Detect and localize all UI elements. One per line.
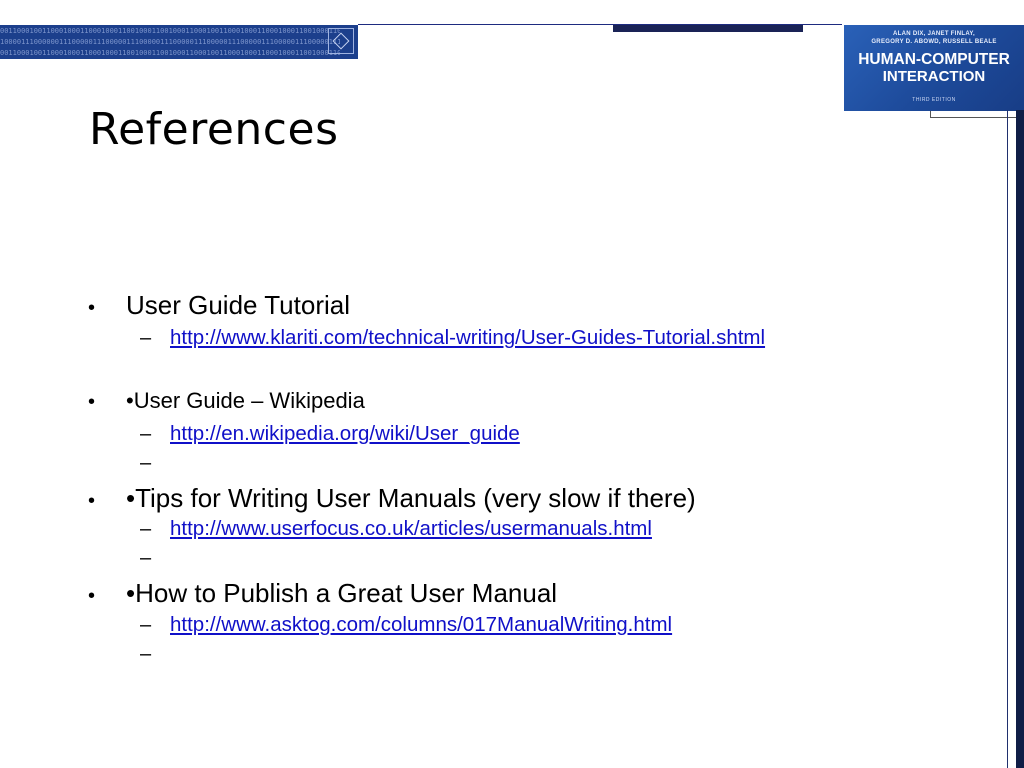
list-item: • •Tips for Writing User Manuals (very s… — [88, 483, 696, 514]
cover-frame — [930, 111, 1022, 118]
list-item: • •How to Publish a Great User Manual — [88, 578, 557, 609]
dash-marker: – — [140, 327, 152, 349]
dash-marker: – — [140, 423, 152, 445]
sub-list-item: – http://www.userfocus.co.uk/articles/us… — [140, 517, 652, 541]
binary-text-row: 0011000100110001000110001000110010001100… — [0, 28, 340, 35]
binary-banner: 0011000100110001000110001000110010001100… — [0, 25, 358, 59]
cover-authors-line2: GREGORY D. ABOWD, RUSSELL BEALE — [871, 39, 997, 45]
bullet-icon: • — [88, 585, 96, 607]
sub-list-item: – http://www.klariti.com/technical-writi… — [140, 326, 765, 350]
bullet-icon: • — [88, 297, 96, 319]
sub-list-item: – http://www.asktog.com/columns/017Manua… — [140, 613, 672, 637]
top-accent-bar — [613, 25, 803, 32]
bullet-icon: • — [88, 490, 96, 512]
cover-authors-line1: ALAN DIX, JANET FINLAY, — [892, 31, 976, 37]
binary-text-row: 0011000100110001000110001000110010001100… — [0, 50, 340, 57]
list-item: • User Guide Tutorial — [88, 290, 350, 321]
list-item: • •User Guide – Wikipedia — [88, 388, 365, 414]
dash-marker: – — [140, 518, 152, 540]
reference-link[interactable]: http://www.asktog.com/columns/017ManualW… — [170, 613, 672, 637]
chip-icon — [328, 28, 354, 54]
reference-link[interactable]: http://www.userfocus.co.uk/articles/user… — [170, 517, 652, 541]
binary-text-row: 1000011100000011100000111000001110000011… — [0, 39, 340, 46]
right-rule — [1007, 110, 1008, 768]
reference-label: •Tips for Writing User Manuals (very slo… — [126, 483, 696, 513]
cover-title-line1: HUMAN-COMPUTER — [858, 51, 1010, 68]
slide-title: References — [89, 104, 339, 155]
reference-link[interactable]: http://www.klariti.com/technical-writing… — [170, 326, 765, 350]
empty-sub-item: – — [140, 547, 152, 569]
reference-link[interactable]: http://en.wikipedia.org/wiki/User_guide — [170, 422, 520, 446]
book-cover: ALAN DIX, JANET FINLAY, GREGORY D. ABOWD… — [844, 25, 1024, 111]
bullet-icon: • — [88, 391, 96, 413]
reference-label: •User Guide – Wikipedia — [126, 388, 365, 413]
empty-sub-item: – — [140, 452, 152, 474]
empty-sub-item: – — [140, 643, 152, 665]
reference-label: User Guide Tutorial — [126, 290, 350, 320]
cover-title-line2: INTERACTION — [882, 68, 986, 85]
dash-marker: – — [140, 614, 152, 636]
right-side-bar — [1016, 110, 1024, 768]
reference-label: •How to Publish a Great User Manual — [126, 578, 558, 608]
sub-list-item: – http://en.wikipedia.org/wiki/User_guid… — [140, 422, 520, 446]
cover-edition: THIRD EDITION — [912, 97, 956, 103]
